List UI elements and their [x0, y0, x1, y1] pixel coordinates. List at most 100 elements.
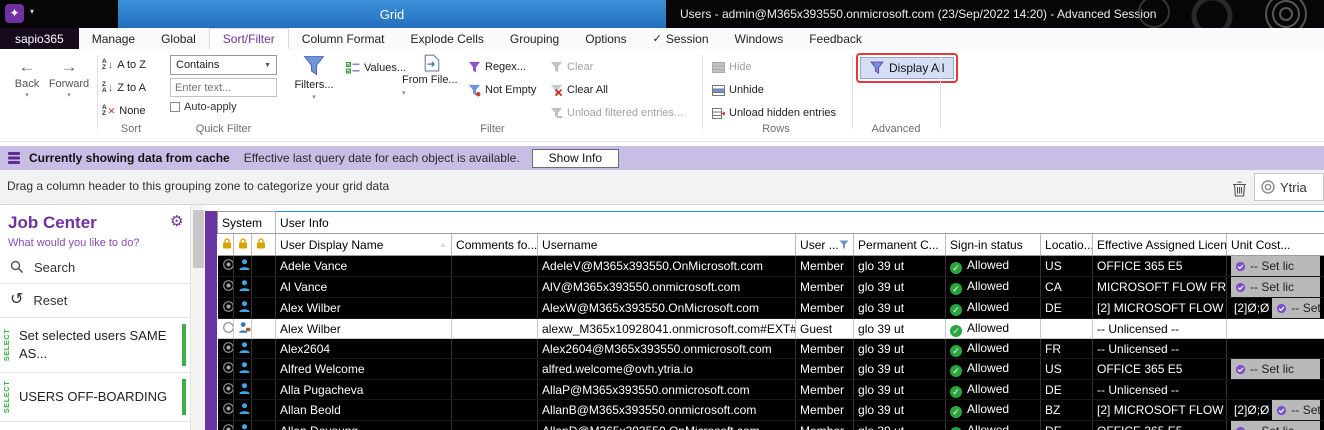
column-header-username[interactable]: Username: [538, 234, 796, 256]
tab-options[interactable]: Options: [572, 28, 639, 49]
cell-display-name[interactable]: Alfred Welcome: [276, 359, 452, 380]
row-select-cell[interactable]: [218, 400, 234, 421]
table-row[interactable]: Alfred Welcomealfred.welcome@ovh.ytria.i…: [218, 359, 1324, 380]
cell-display-name[interactable]: Al Vance: [276, 277, 452, 298]
cell-username[interactable]: AllaP@M365x393550.onmicrosoft.com: [538, 380, 796, 400]
cell-user-type[interactable]: Member: [796, 298, 854, 319]
lock-column-header[interactable]: [218, 234, 234, 256]
cell-location[interactable]: US: [1041, 359, 1093, 380]
tab-column-format[interactable]: Column Format: [289, 28, 398, 49]
cell-user-type[interactable]: Guest: [796, 319, 854, 339]
cell-permanent[interactable]: glo 39 ut: [854, 380, 946, 400]
cell-username[interactable]: AllanD@M365x393550.OnMicrosoft.com: [538, 421, 796, 430]
sidebar-action-off-boarding[interactable]: SELECT USERS OFF-BOARDING: [0, 374, 190, 420]
sort-a-to-z-button[interactable]: AZ↓ A to Z: [102, 55, 146, 75]
cell-licenses[interactable]: OFFICE 365 E5: [1093, 421, 1227, 430]
cell-signin-status[interactable]: ✓Allowed: [946, 421, 1041, 430]
grouping-zone[interactable]: Drag a column header to this grouping zo…: [0, 170, 1324, 205]
cell-licenses[interactable]: [2] MICROSOFT FLOW FREE;: [1093, 400, 1227, 421]
cell-comments[interactable]: [452, 319, 538, 339]
tab-explode-cells[interactable]: Explode Cells: [397, 28, 496, 49]
cell-signin-status[interactable]: ✓Allowed: [946, 298, 1041, 319]
cell-licenses[interactable]: -- Unlicensed --: [1093, 319, 1227, 339]
back-button[interactable]: ← Back ▾: [8, 57, 46, 99]
lock-column-header[interactable]: [234, 234, 252, 256]
user-type-icon-cell[interactable]: [234, 277, 252, 298]
user-type-icon-cell[interactable]: [234, 319, 252, 339]
cell-permanent[interactable]: glo 39 ut: [854, 256, 946, 277]
cell-permanent[interactable]: glo 39 ut: [854, 319, 946, 339]
cell-username[interactable]: AllanB@M365x393550.onmicrosoft.com: [538, 400, 796, 421]
column-header-permanent[interactable]: Permanent C...: [854, 234, 946, 256]
table-row[interactable]: Alla Pugacheva AllaP@M365x393550.onmicros…: [218, 380, 1324, 400]
cell-licenses[interactable]: -- Unlicensed --: [1093, 380, 1227, 400]
band-user-info[interactable]: User Info: [276, 212, 1324, 234]
column-header-signin-status[interactable]: Sign-in status: [946, 234, 1041, 256]
cell-unit-cost[interactable]: [1227, 339, 1324, 359]
table-row[interactable]: Alex2604Alex2604@M365x393550.onmicrosoft…: [218, 339, 1324, 359]
cell-comments[interactable]: [452, 298, 538, 319]
cell-location[interactable]: FR: [1041, 339, 1093, 359]
tab-sort-filter[interactable]: Sort/Filter: [209, 28, 289, 49]
system-cell[interactable]: [252, 400, 276, 421]
cell-signin-status[interactable]: ✓Allowed: [946, 319, 1041, 339]
user-type-icon-cell[interactable]: [234, 298, 252, 319]
ytria-search-box[interactable]: Ytria: [1254, 173, 1324, 201]
quick-filter-input[interactable]: [170, 78, 277, 97]
cell-display-name[interactable]: Alla Pugacheva: [276, 380, 452, 400]
cell-permanent[interactable]: glo 39 ut: [854, 339, 946, 359]
unload-hidden-entries-button[interactable]: Unload hidden entries: [712, 103, 836, 123]
cell-user-type[interactable]: Member: [796, 380, 854, 400]
sort-none-button[interactable]: AZ✕ None: [102, 101, 146, 121]
cell-signin-status[interactable]: ✓Allowed: [946, 359, 1041, 380]
table-row[interactable]: Alex Wilber alexw_M365x10928041.onmicroso…: [218, 319, 1324, 339]
row-select-cell[interactable]: [218, 380, 234, 400]
system-cell[interactable]: [252, 256, 276, 277]
system-cell[interactable]: [252, 421, 276, 430]
cell-licenses[interactable]: MICROSOFT FLOW FREE: [1093, 277, 1227, 298]
user-type-icon-cell[interactable]: [234, 256, 252, 277]
clear-all-filters-button[interactable]: Clear All: [550, 80, 608, 100]
row-select-cell[interactable]: [218, 421, 234, 430]
filter-operator-select[interactable]: Contains▼: [170, 55, 277, 75]
sapio365-logo-icon[interactable]: ✦: [5, 4, 24, 23]
cell-unit-cost[interactable]: -- Set lic: [1227, 421, 1324, 430]
cell-username[interactable]: alexw_M365x10928041.onmicrosoft.com#EXT#…: [538, 319, 796, 339]
cell-permanent[interactable]: glo 39 ut: [854, 359, 946, 380]
cell-comments[interactable]: [452, 421, 538, 430]
system-cell[interactable]: [252, 277, 276, 298]
cell-comments[interactable]: [452, 400, 538, 421]
unhide-rows-button[interactable]: Unhide: [712, 80, 764, 100]
cell-signin-status[interactable]: ✓Allowed: [946, 400, 1041, 421]
from-file-button[interactable]: From File... ▾: [402, 54, 462, 98]
user-type-icon-cell[interactable]: [234, 421, 252, 430]
trash-button[interactable]: [1228, 177, 1250, 199]
row-select-cell[interactable]: [218, 256, 234, 277]
cell-display-name[interactable]: Alex Wilber: [276, 319, 452, 339]
cell-username[interactable]: AlexW@M365x393550.OnMicrosoft.com: [538, 298, 796, 319]
row-select-cell[interactable]: [218, 319, 234, 339]
regex-filter-button[interactable]: Regex...: [468, 57, 526, 77]
filters-button[interactable]: Filters... ▾: [287, 55, 341, 101]
cell-permanent[interactable]: glo 39 ut: [854, 400, 946, 421]
cell-permanent[interactable]: glo 39 ut: [854, 298, 946, 319]
back-caret-icon[interactable]: ▾: [25, 91, 29, 99]
table-row[interactable]: Al VanceAlV@M365x393550.onmicrosoft.comM…: [218, 277, 1324, 298]
row-select-cell[interactable]: [218, 359, 234, 380]
cell-comments[interactable]: [452, 256, 538, 277]
grid-window-tab[interactable]: Grid: [118, 0, 666, 28]
sidebar-action-same-as[interactable]: SELECT Set selected users SAME AS...: [0, 319, 190, 371]
cell-location[interactable]: US: [1041, 256, 1093, 277]
system-cell[interactable]: [252, 380, 276, 400]
cell-unit-cost[interactable]: [2]Ø;Ø-- Set lic: [1227, 298, 1324, 319]
cell-unit-cost[interactable]: [1227, 380, 1324, 400]
values-button[interactable]: Values...: [346, 58, 406, 78]
cell-permanent[interactable]: glo 39 ut: [854, 277, 946, 298]
sort-z-to-a-button[interactable]: ZA↓ Z to A: [102, 78, 146, 98]
cell-licenses[interactable]: OFFICE 365 E5: [1093, 256, 1227, 277]
column-header-user-type[interactable]: User ...: [796, 234, 854, 256]
cell-display-name[interactable]: Allan Deyoung: [276, 421, 452, 430]
cell-display-name[interactable]: Alex2604: [276, 339, 452, 359]
cell-display-name[interactable]: Alex Wilber: [276, 298, 452, 319]
quick-access-caret-icon[interactable]: ▾: [30, 7, 34, 16]
